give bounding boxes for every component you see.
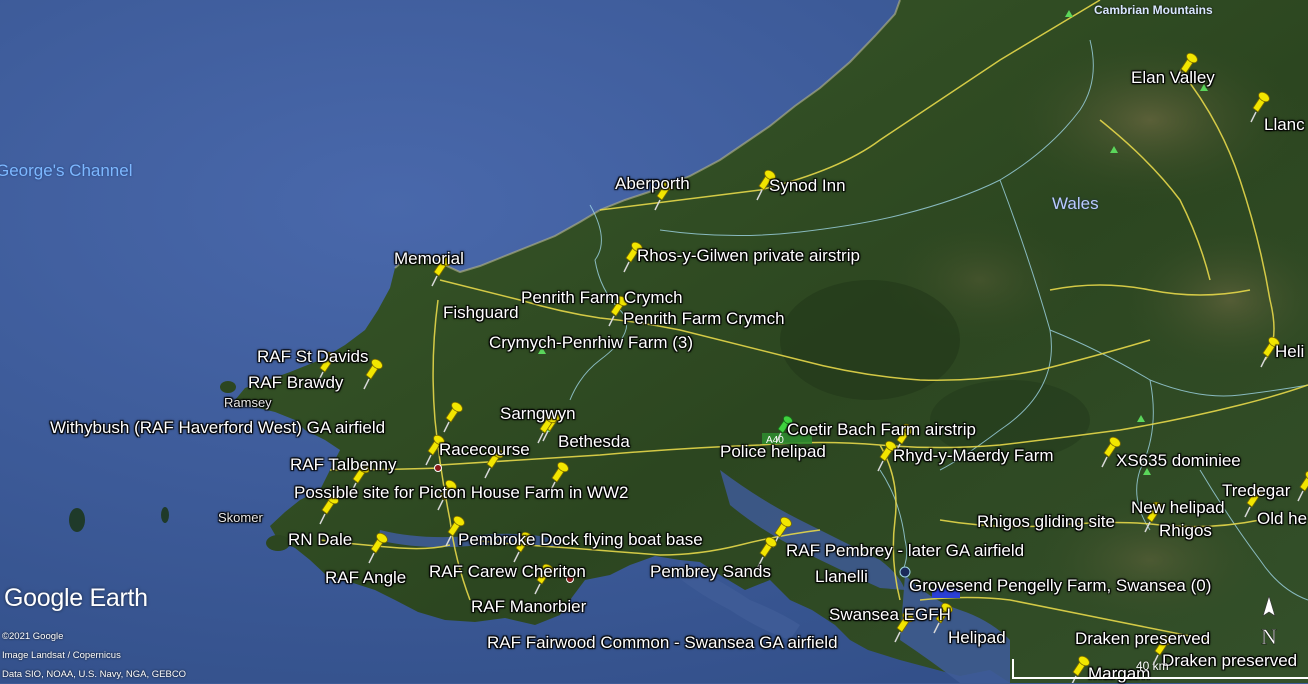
place-label-carew[interactable]: RAF Carew Cheriton bbox=[429, 562, 586, 582]
place-label-llanc[interactable]: Llanc bbox=[1264, 115, 1305, 135]
place-label-picton[interactable]: Possible site for Picton House Farm in W… bbox=[294, 483, 628, 503]
place-label-memorial[interactable]: Memorial bbox=[394, 249, 464, 269]
place-label-fishguard[interactable]: Fishguard bbox=[443, 303, 519, 323]
place-label-elan[interactable]: Elan Valley bbox=[1131, 68, 1215, 88]
place-label-racecourse[interactable]: Racecourse bbox=[439, 440, 530, 460]
place-label-pembroke[interactable]: Pembroke Dock flying boat base bbox=[458, 530, 703, 550]
place-label-rhigos: Rhigos bbox=[1159, 521, 1212, 540]
place-label-fairwood[interactable]: RAF Fairwood Common - Swansea GA airfiel… bbox=[487, 633, 838, 653]
place-label-manorbier[interactable]: RAF Manorbier bbox=[471, 597, 586, 617]
place-label-coetir[interactable]: Coetir Bach Farm airstrip bbox=[787, 420, 976, 440]
place-label-helipad[interactable]: Helipad bbox=[948, 628, 1006, 648]
place-label-withybush[interactable]: Withybush (RAF Haverford West) GA airfie… bbox=[50, 418, 385, 438]
place-label-swansea-egfh[interactable]: Swansea EGFH bbox=[829, 605, 951, 625]
wales-label: Wales bbox=[1052, 194, 1099, 213]
attribution-line-3: Data SIO, NOAA, U.S. Navy, NGA, GEBCO bbox=[2, 669, 187, 680]
scale-bar: 40 km bbox=[1012, 659, 1308, 679]
place-label-heli[interactable]: Heli bbox=[1275, 342, 1304, 362]
place-label-police[interactable]: Police helipad bbox=[720, 442, 826, 462]
place-label-draken-1[interactable]: Draken preserved bbox=[1075, 629, 1210, 649]
place-label-bethesda: Bethesda bbox=[558, 432, 630, 451]
place-label-synod-inn[interactable]: Synod Inn bbox=[769, 176, 846, 196]
place-label-grovesend[interactable]: Grovesend Pengelly Farm, Swansea (0) bbox=[909, 576, 1211, 596]
place-label-rhos[interactable]: Rhos-y-Gilwen private airstrip bbox=[637, 246, 860, 266]
place-label-new-helipad[interactable]: New helipad bbox=[1131, 498, 1225, 518]
place-label-penrith-1[interactable]: Penrith Farm Crymch bbox=[521, 288, 683, 308]
place-label-llanelli: Llanelli bbox=[815, 567, 868, 586]
place-label-angle[interactable]: RAF Angle bbox=[325, 568, 406, 588]
place-label-old-he[interactable]: Old he bbox=[1257, 509, 1307, 529]
place-label-sarngwyn[interactable]: Sarngwyn bbox=[500, 404, 576, 424]
attribution-line-2: Image Landsat / Copernicus bbox=[2, 650, 121, 661]
place-label-aberporth[interactable]: Aberporth bbox=[615, 174, 690, 194]
place-label-crymych[interactable]: Crymych-Penrhiw Farm (3) bbox=[489, 333, 693, 353]
place-label-rhigos-site[interactable]: Rhigos gliding site bbox=[977, 512, 1115, 532]
attribution: ©2021 Google Image Landsat / Copernicus … bbox=[2, 627, 186, 684]
compass-letter: N bbox=[1261, 624, 1277, 649]
channel-label: George's Channel bbox=[0, 161, 133, 180]
attribution-line-1: ©2021 Google bbox=[2, 631, 64, 642]
compass-north-icon[interactable]: N bbox=[1256, 596, 1282, 654]
place-label-penrith-2[interactable]: Penrith Farm Crymch bbox=[623, 309, 785, 329]
place-label-tredegar: Tredegar bbox=[1222, 481, 1291, 500]
place-label-pembrey-sands[interactable]: Pembrey Sands bbox=[650, 562, 771, 582]
google-earth-logo: Google Earth bbox=[4, 584, 148, 612]
place-label-rhyd[interactable]: Rhyd-y-Maerdy Farm bbox=[893, 446, 1054, 466]
place-label-rn-dale[interactable]: RN Dale bbox=[288, 530, 352, 550]
place-label-skomer: Skomer bbox=[218, 510, 263, 525]
scale-text: 40 km bbox=[1136, 659, 1169, 673]
place-label-ramsey: Ramsey bbox=[224, 395, 272, 410]
place-label-talbenny[interactable]: RAF Talbenny bbox=[290, 455, 396, 475]
place-label-xs635[interactable]: XS635 dominiee bbox=[1116, 451, 1241, 471]
place-label-pembrey[interactable]: RAF Pembrey - later GA airfield bbox=[786, 541, 1024, 561]
place-label-brawdy[interactable]: RAF Brawdy bbox=[248, 373, 343, 393]
cambrian-label: Cambrian Mountains bbox=[1094, 3, 1213, 17]
place-label-st-davids[interactable]: RAF St Davids bbox=[257, 347, 368, 367]
